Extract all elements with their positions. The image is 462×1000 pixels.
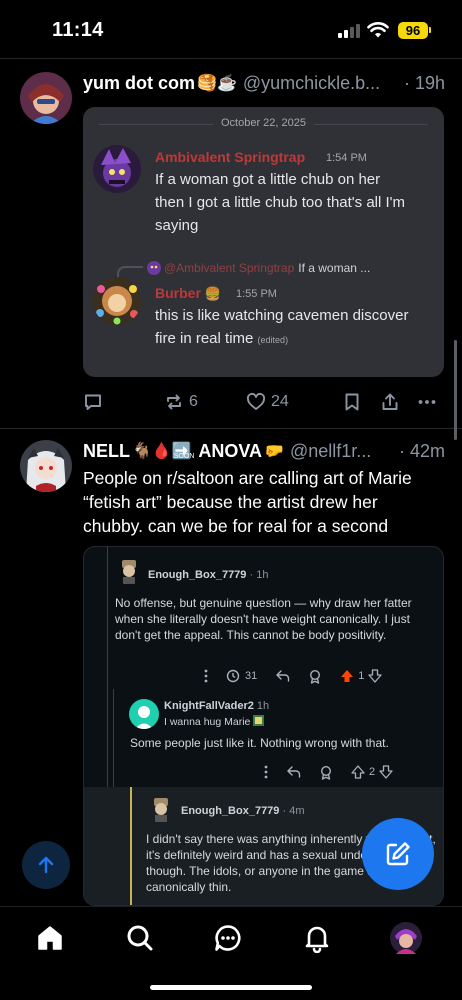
award-medal-button[interactable]	[308, 669, 322, 684]
downvote-icon[interactable]	[368, 669, 383, 683]
reply-button[interactable]	[275, 669, 290, 683]
home-indicator	[150, 985, 312, 990]
post-2-avatar[interactable]	[20, 440, 72, 492]
medal-icon	[310, 669, 321, 684]
more-options-icon[interactable]	[204, 669, 208, 683]
pencil-square-icon	[386, 842, 410, 866]
post-2-text: People on r/saltoon are calling art of M…	[83, 468, 412, 536]
soon-badge: SOON	[173, 453, 195, 460]
reddit-user-2[interactable]: KnightFallVader2 1h	[164, 700, 269, 712]
reply-arrow-icon	[276, 670, 290, 682]
search-icon	[127, 925, 153, 951]
nav-search[interactable]	[123, 921, 157, 955]
reddit-actions-1: 31 1	[204, 667, 383, 685]
award-icon	[226, 669, 240, 683]
nav-chat[interactable]	[211, 921, 245, 955]
reply-button[interactable]	[286, 765, 301, 779]
post-2-name-emoji-2: 🤛	[264, 443, 284, 460]
home-icon	[38, 926, 62, 950]
reddit-comment-1: No offense, but genuine question — why d…	[115, 596, 412, 642]
post-2[interactable]: NELL 🐐🩸➡️ SOON ANOVA 🤛 @nellf1r... · 42m…	[0, 0, 462, 906]
post-2-handle[interactable]: @nellf1r...	[290, 441, 393, 462]
downvote-icon[interactable]	[379, 765, 393, 779]
reddit-username-1: Enough_Box_7779	[148, 569, 247, 581]
reddit-user-1[interactable]: Enough_Box_7779 · 1h	[148, 569, 268, 581]
scrollbar[interactable]	[454, 340, 457, 440]
reddit-avatar-1	[114, 555, 144, 585]
reddit-user-3[interactable]: Enough_Box_7779 · 4m	[181, 805, 304, 817]
reddit-username-3: Enough_Box_7779	[181, 805, 280, 817]
flair-image-icon	[253, 715, 265, 726]
reddit-flair-2-text: I wanna hug Marie	[164, 716, 251, 728]
post-2-time: · 42m	[398, 440, 445, 461]
reddit-username-2: KnightFallVader2	[164, 700, 254, 712]
reddit-meta-1: · 1h	[249, 569, 269, 581]
nav-profile[interactable]	[389, 921, 423, 955]
post-2-header: NELL 🐐🩸➡️ SOON ANOVA 🤛 @nellf1r... · 42m	[83, 439, 445, 463]
compose-button[interactable]	[362, 818, 434, 890]
vote-count: 2	[369, 766, 376, 778]
more-options-icon[interactable]	[264, 765, 268, 779]
reddit-actions-2: 2	[264, 763, 393, 781]
reddit-meta-3: · 4m	[282, 805, 305, 817]
reddit-avatar-3	[146, 793, 176, 823]
chat-bubble-icon	[215, 925, 241, 951]
nav-notifications[interactable]	[300, 921, 334, 955]
reddit-meta-2: 1h	[256, 700, 270, 712]
bell-icon	[305, 926, 329, 953]
reddit-avatar-2	[129, 699, 159, 729]
arrow-up-icon	[38, 856, 54, 874]
post-2-display-name[interactable]: NELL	[83, 441, 130, 462]
post-2-display-name-rest[interactable]: ANOVA	[198, 441, 262, 462]
nav-home[interactable]	[33, 921, 67, 955]
reply-arrow-icon	[287, 766, 301, 778]
award-medal-button[interactable]	[319, 765, 333, 780]
thread-line	[113, 689, 114, 787]
thread-line	[107, 547, 108, 787]
vote-control[interactable]: 2	[351, 765, 393, 779]
profile-avatar-icon	[390, 922, 422, 954]
upvote-icon[interactable]	[351, 765, 365, 779]
medal-icon	[320, 765, 332, 780]
vote-count: 1	[358, 670, 365, 682]
vote-control[interactable]: 1	[340, 669, 383, 683]
scroll-to-top-button[interactable]	[22, 841, 70, 889]
reddit-flair-2: I wanna hug Marie	[164, 715, 265, 728]
reddit-comment-2: Some people just like it. Nothing wrong …	[130, 736, 389, 750]
upvote-filled-icon[interactable]	[340, 669, 354, 683]
award-count: 31	[245, 670, 258, 682]
highlight-bar	[130, 787, 132, 905]
award-button[interactable]: 31	[226, 669, 257, 683]
